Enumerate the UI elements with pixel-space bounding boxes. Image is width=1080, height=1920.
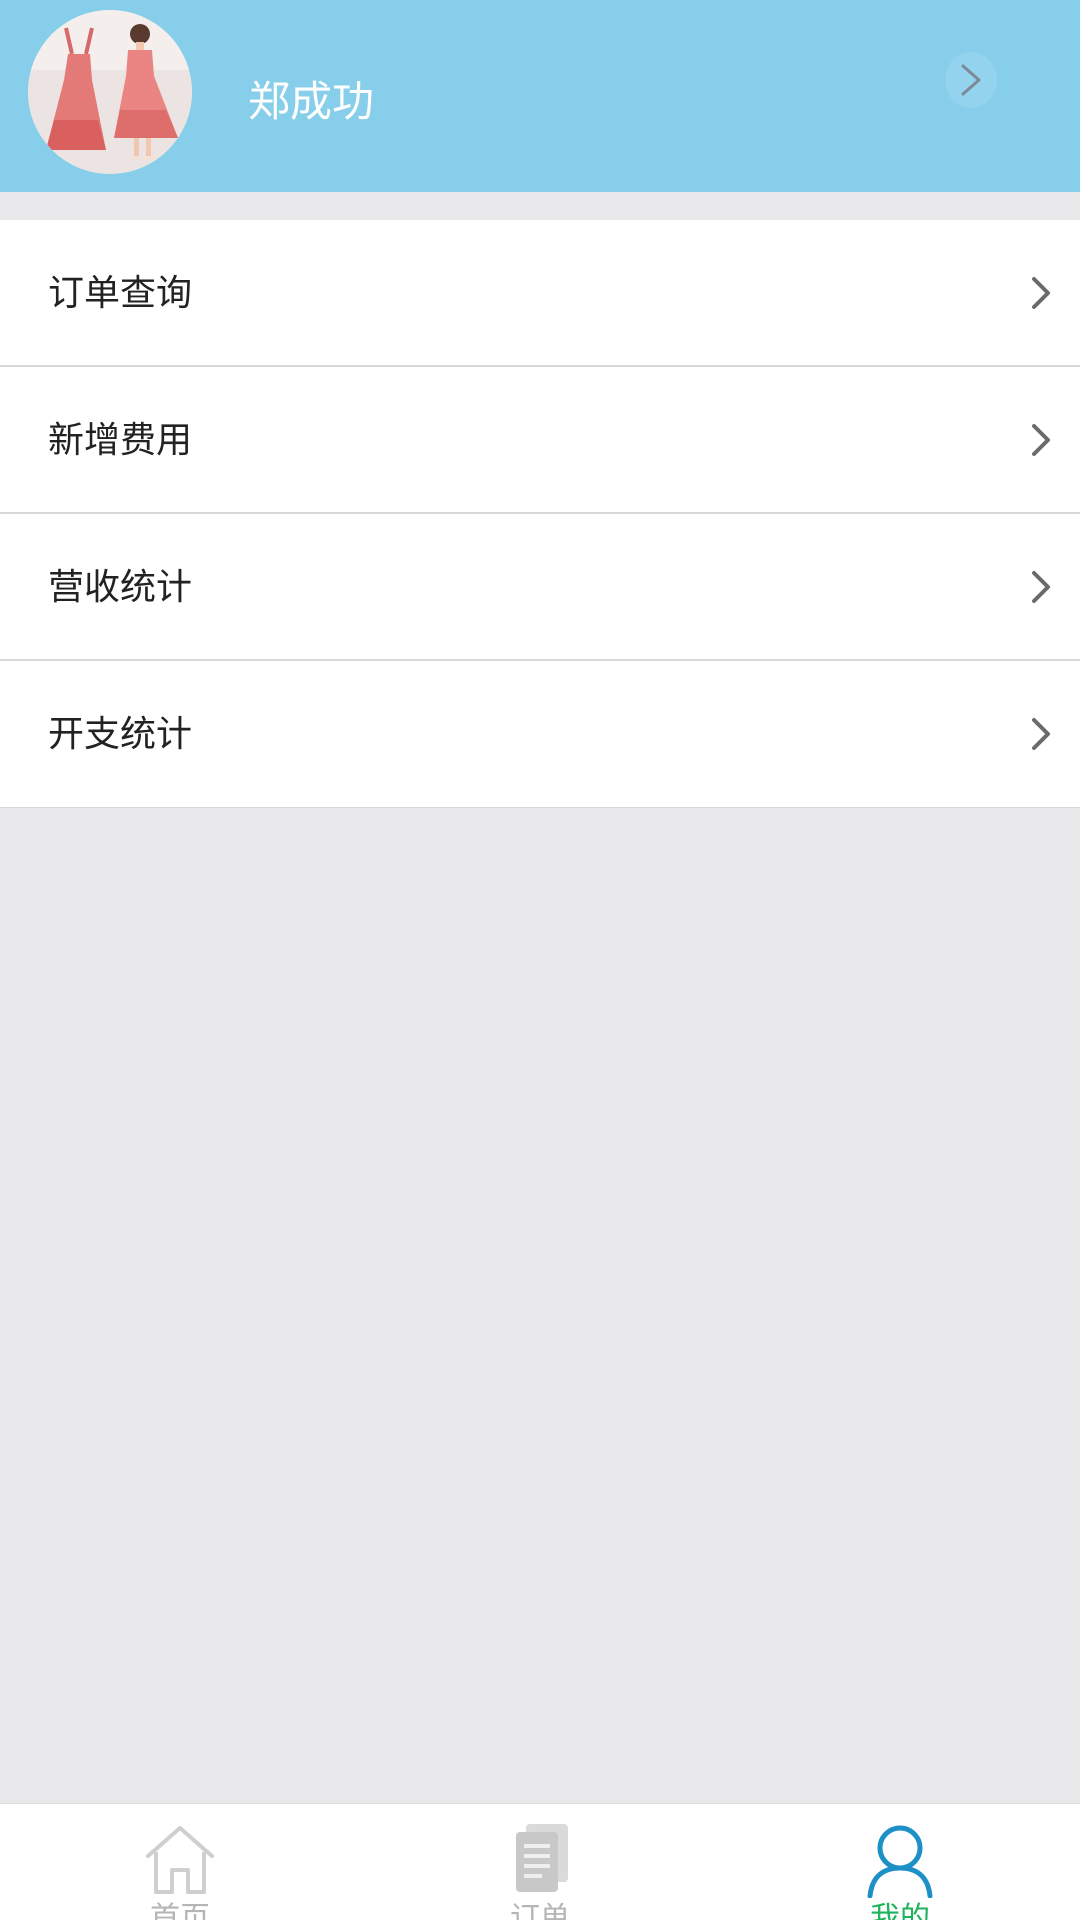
username: 郑成功 — [248, 77, 375, 126]
avatar[interactable] — [28, 10, 192, 174]
menu-item-expense-stats[interactable]: 开支统计 — [0, 661, 1080, 808]
chevron-right-icon — [1030, 422, 1052, 458]
tab-label: 首页 — [150, 1901, 210, 1920]
tab-mine[interactable]: 我的 — [720, 1804, 1080, 1920]
menu-item-add-expense[interactable]: 新增费用 — [0, 367, 1080, 514]
menu-item-revenue-stats[interactable]: 营收统计 — [0, 514, 1080, 661]
home-icon — [140, 1818, 220, 1898]
profile-page: 郑成功 订单查询 新增费用 营收统计 开支统计 首页 订单 我的 — [0, 0, 1080, 1920]
dress-photo-avatar — [28, 10, 192, 174]
tab-orders[interactable]: 订单 — [360, 1804, 720, 1920]
tab-home[interactable]: 首页 — [0, 1804, 360, 1920]
document-icon — [500, 1818, 580, 1898]
chevron-right-icon — [1030, 569, 1052, 605]
tab-label: 我的 — [870, 1901, 930, 1920]
bottom-nav: 首页 订单 我的 — [0, 1803, 1080, 1920]
tab-label: 订单 — [510, 1901, 570, 1920]
chevron-right-icon[interactable] — [945, 52, 997, 108]
user-icon — [860, 1818, 940, 1898]
chevron-right-icon — [1030, 716, 1052, 752]
menu-item-order-query[interactable]: 订单查询 — [0, 220, 1080, 367]
chevron-right-icon — [1030, 275, 1052, 311]
menu-item-label: 营收统计 — [48, 567, 193, 608]
menu-item-label: 订单查询 — [48, 273, 193, 314]
menu-list: 订单查询 新增费用 营收统计 开支统计 — [0, 220, 1080, 808]
menu-item-label: 开支统计 — [48, 714, 193, 755]
profile-header[interactable]: 郑成功 — [0, 0, 1080, 192]
menu-item-label: 新增费用 — [48, 420, 193, 461]
